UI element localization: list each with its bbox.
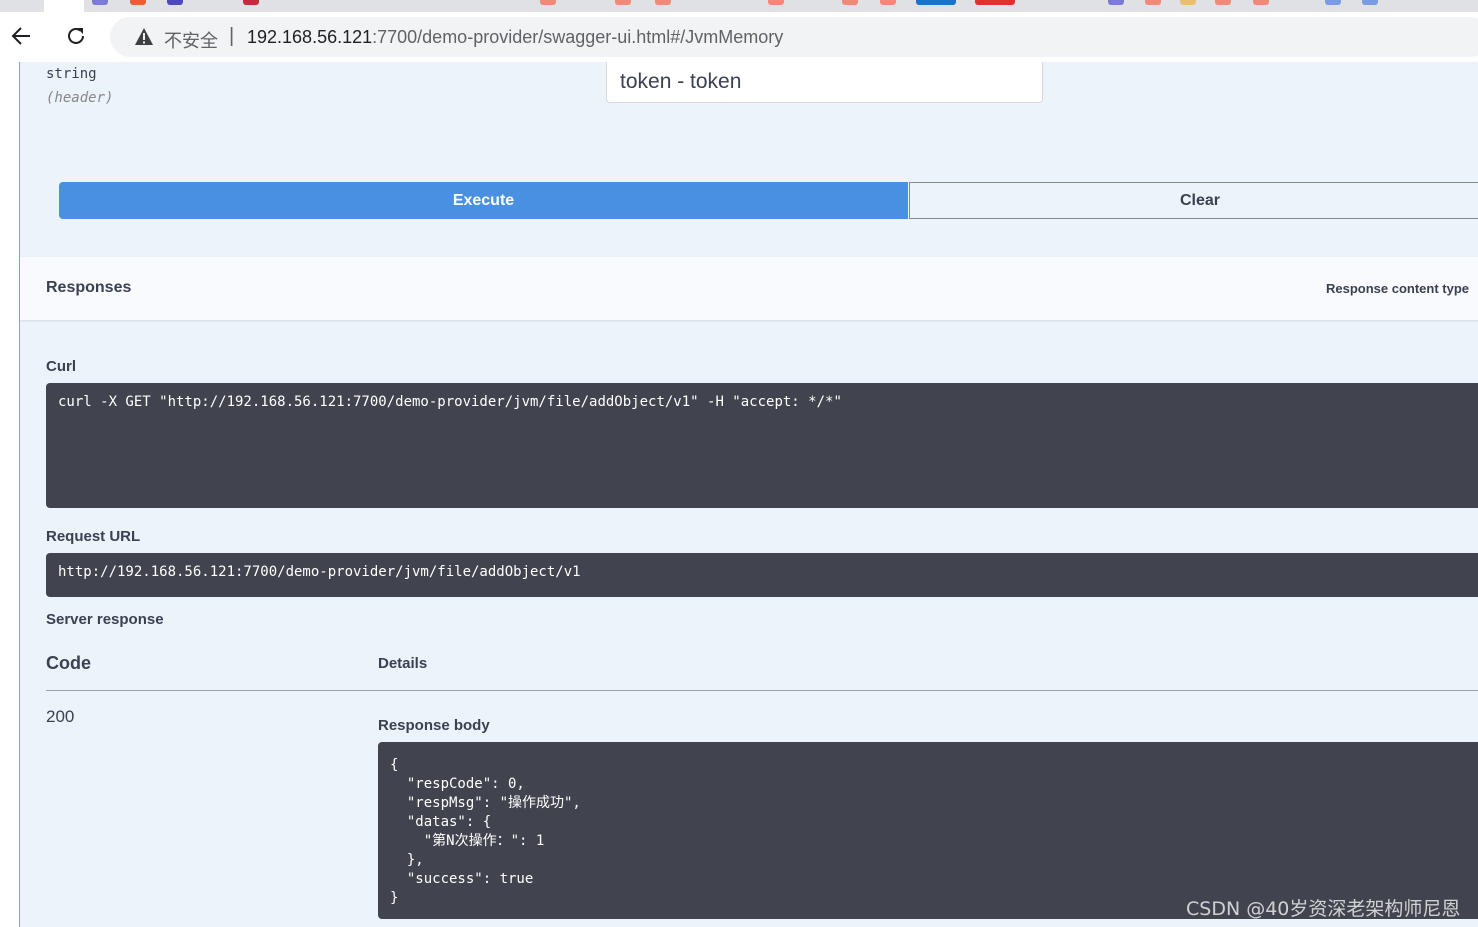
request-url-label: Request URL: [46, 528, 141, 545]
request-url-value[interactable]: http://192.168.56.121:7700/demo-provider…: [46, 553, 1478, 597]
tab-favicon[interactable]: [768, 0, 784, 5]
table-divider: [46, 690, 1478, 691]
response-body-label: Response body: [378, 717, 490, 734]
url-text[interactable]: 192.168.56.121:7700/demo-provider/swagge…: [247, 27, 783, 48]
reload-icon: [68, 27, 84, 44]
tab-favicon[interactable]: [655, 0, 671, 5]
tab-favicon[interactable]: [975, 0, 1015, 5]
parameter-type: string: [46, 66, 97, 82]
server-response-label: Server response: [46, 611, 164, 628]
address-bar[interactable]: 不安全 | 192.168.56.121:7700/demo-provider/…: [110, 17, 1478, 57]
back-button[interactable]: [6, 21, 36, 51]
responses-header: Responses Response content type: [20, 257, 1478, 320]
clear-button[interactable]: Clear: [909, 182, 1478, 219]
curl-label: Curl: [46, 358, 76, 375]
security-label[interactable]: 不安全: [164, 27, 218, 53]
tab-favicon[interactable]: [916, 0, 956, 5]
tab-active[interactable]: [44, 0, 84, 12]
tab-favicon[interactable]: [1145, 0, 1161, 5]
tab-favicon[interactable]: [880, 0, 896, 5]
curl-command[interactable]: curl -X GET "http://192.168.56.121:7700/…: [46, 383, 1478, 508]
parameter-location: (header): [46, 90, 114, 106]
url-host: 192.168.56.121: [247, 27, 373, 47]
tab-strip: [0, 0, 1478, 12]
details-column-header: Details: [378, 655, 428, 672]
tab-favicon[interactable]: [540, 0, 556, 5]
response-content-type-label: Response content type: [1325, 281, 1469, 296]
tab-favicon[interactable]: [1180, 0, 1196, 5]
tab-favicon[interactable]: [1253, 0, 1269, 5]
execute-button[interactable]: Execute: [59, 182, 908, 219]
code-column-header: Code: [46, 653, 91, 673]
tab-favicon[interactable]: [167, 0, 183, 5]
tab-favicon[interactable]: [243, 0, 259, 5]
tab-favicon[interactable]: [1215, 0, 1231, 5]
status-code: 200: [46, 707, 75, 726]
response-body[interactable]: { "respCode": 0, "respMsg": "操作成功", "dat…: [378, 742, 1478, 919]
browser-toolbar: 不安全 | 192.168.56.121:7700/demo-provider/…: [0, 12, 1478, 63]
warning-icon: [135, 28, 153, 45]
page-content: string (header) token - token Execute Cl…: [0, 62, 1478, 927]
reload-button[interactable]: [61, 21, 91, 51]
arrow-left-icon: [11, 27, 30, 45]
tab-favicon[interactable]: [92, 0, 108, 5]
watermark: CSDN @40岁资深老架构师尼恩: [1186, 898, 1461, 920]
responses-title: Responses: [46, 279, 132, 296]
tab-favicon[interactable]: [130, 0, 146, 5]
token-input[interactable]: token - token: [606, 62, 1043, 103]
operation-block: string (header) token - token Execute Cl…: [19, 62, 1478, 927]
tab-favicon[interactable]: [615, 0, 631, 5]
tab-favicon[interactable]: [1108, 0, 1124, 5]
tab-favicon[interactable]: [842, 0, 858, 5]
url-separator: |: [229, 25, 235, 47]
url-path: :7700/demo-provider/swagger-ui.html#/Jvm…: [372, 27, 784, 47]
tab-favicon[interactable]: [1325, 0, 1341, 5]
tab-favicon[interactable]: [1362, 0, 1378, 5]
